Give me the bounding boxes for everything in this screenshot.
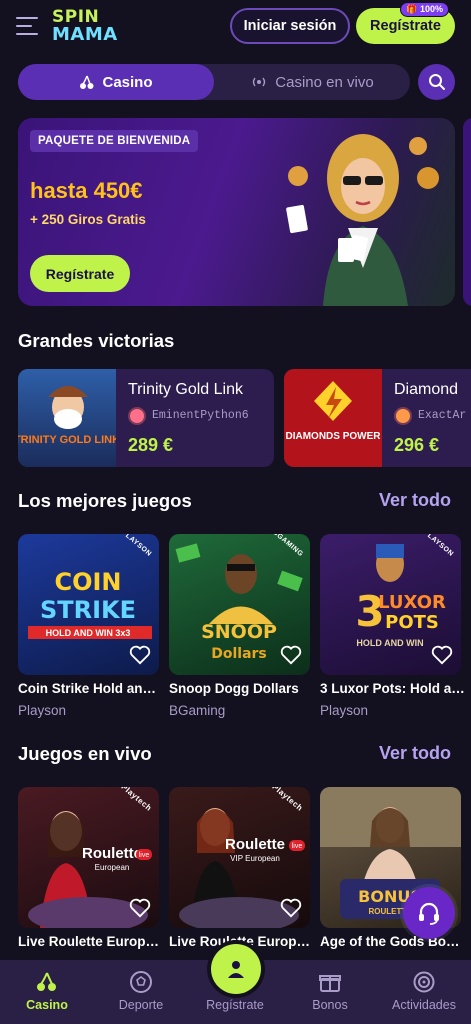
support-chat-button[interactable] xyxy=(403,887,455,939)
spinmama-logo[interactable]: SPIN MAMA xyxy=(52,9,118,45)
win-amount: 296 € xyxy=(394,435,440,455)
tab-casino-label: Casino xyxy=(102,73,153,91)
promo-register-button[interactable]: Regístrate xyxy=(30,255,130,292)
favorite-heart-icon[interactable] xyxy=(431,645,453,665)
best-games-title: Los mejores juegos xyxy=(18,490,192,511)
nav-register-label: Regístrate xyxy=(206,998,264,1012)
nav-activities-label: Actividades xyxy=(392,998,456,1012)
cherries-icon xyxy=(37,972,56,991)
soccer-ball-icon xyxy=(130,971,152,993)
big-win-card[interactable]: TRINITY GOLD LINK Trinity Gold Link Emin… xyxy=(18,369,274,467)
promo-amount: hasta 450€ xyxy=(30,178,143,203)
nav-casino-label: Casino xyxy=(26,998,68,1012)
register-fab-button[interactable] xyxy=(211,944,261,994)
bonus-badge-text: 100% xyxy=(419,4,443,14)
register-button[interactable]: Regístrate 🎁 100% xyxy=(356,2,455,44)
roulette-vip-thumb-sub: VIP European xyxy=(230,854,280,863)
nav-sports[interactable]: Deporte xyxy=(94,960,188,1024)
game-provider: BGaming xyxy=(169,703,226,718)
trinity-gold-link-thumbnail: TRINITY GOLD LINK xyxy=(18,369,116,467)
svg-text:Dollars: Dollars xyxy=(211,646,267,662)
favorite-heart-icon[interactable] xyxy=(129,645,151,665)
win-game-name: Trinity Gold Link xyxy=(128,381,243,398)
cherries-icon xyxy=(80,75,94,89)
headset-icon xyxy=(419,902,439,925)
game-provider: Playson xyxy=(18,703,67,718)
favorite-heart-icon[interactable] xyxy=(129,898,151,918)
search-button[interactable] xyxy=(418,64,455,100)
user-icon xyxy=(228,961,244,978)
tab-casino[interactable]: Casino xyxy=(18,64,214,100)
promo-subtitle: + 250 Giros Gratis xyxy=(30,212,146,227)
svg-text:HOLD AND WIN: HOLD AND WIN xyxy=(356,638,423,648)
tab-live-label: Casino en vivo xyxy=(275,73,374,91)
roulette-thumb-sub: European xyxy=(95,863,130,872)
game-name: Coin Strike Hold and Win xyxy=(18,681,163,696)
svg-text:COIN: COIN xyxy=(54,568,121,596)
nav-bonuses[interactable]: Bonos xyxy=(283,960,377,1024)
avatar xyxy=(128,407,146,425)
game-name: Live Roulette European xyxy=(18,934,163,949)
welcome-promo-banner[interactable]: PAQUETE DE BIENVENIDA hasta 450€ + 250 G… xyxy=(18,118,455,306)
promo-tag: PAQUETE DE BIENVENIDA xyxy=(30,130,199,152)
nav-bonuses-label: Bonos xyxy=(312,998,348,1012)
svg-text:LUXOR: LUXOR xyxy=(378,592,446,613)
favorite-heart-icon[interactable] xyxy=(280,645,302,665)
logo-line2: MAMA xyxy=(52,23,118,45)
game-name: Snoop Dogg Dollars xyxy=(169,681,299,696)
svg-text:POTS: POTS xyxy=(385,612,439,633)
live-games-title: Juegos en vivo xyxy=(18,743,152,764)
search-icon xyxy=(428,74,445,90)
menu-icon[interactable] xyxy=(16,17,38,35)
live-games-see-all-link[interactable]: Ver todo xyxy=(379,743,451,764)
next-promo-preview[interactable] xyxy=(463,118,471,306)
svg-text:STRIKE: STRIKE xyxy=(40,596,136,624)
roulette-vip-thumb-title: Roulette xyxy=(225,836,285,853)
bonus-badge: 🎁 100% xyxy=(400,2,449,17)
target-icon xyxy=(413,971,435,993)
avatar xyxy=(394,407,412,425)
register-label: Regístrate xyxy=(370,18,441,34)
favorite-heart-icon[interactable] xyxy=(280,898,302,918)
casino-tabs: Casino Casino en vivo xyxy=(18,64,410,100)
big-wins-title: Grandes victorias xyxy=(18,330,175,351)
win-username: ExactAr xyxy=(418,409,467,422)
nav-sports-label: Deporte xyxy=(118,998,164,1012)
game-provider: Playson xyxy=(320,703,369,718)
diamonds-thumb-title: DIAMONDS POWER xyxy=(286,431,382,442)
login-button[interactable]: Iniciar sesión xyxy=(230,8,350,44)
tab-live-casino[interactable]: Casino en vivo xyxy=(214,64,410,100)
live-tag: live xyxy=(139,852,150,859)
nav-casino[interactable]: Casino xyxy=(0,960,94,1024)
win-game-name: Diamond xyxy=(394,381,459,398)
roulette-thumb-title: Roulette xyxy=(82,845,142,862)
best-games-see-all-link[interactable]: Ver todo xyxy=(379,490,451,511)
live-tag: live xyxy=(292,843,303,850)
game-name: Age of the Gods Bonus Roulette xyxy=(320,934,465,949)
live-signal-icon xyxy=(253,77,266,87)
promo-woman-illustration xyxy=(286,134,439,306)
win-amount: 289 € xyxy=(128,435,174,455)
gift-icon xyxy=(319,975,341,992)
win-username: EminentPython6 xyxy=(152,409,249,422)
svg-text:HOLD AND WIN 3x3: HOLD AND WIN 3x3 xyxy=(46,628,131,638)
nav-activities[interactable]: Actividades xyxy=(377,960,471,1024)
diamonds-power-thumbnail: DIAMONDS POWER xyxy=(284,369,382,467)
trinity-thumb-title: TRINITY GOLD LINK xyxy=(18,434,116,446)
big-win-card[interactable]: DIAMONDS POWER Diamond ExactAr 296 € xyxy=(284,369,471,467)
game-name: 3 Luxor Pots: Hold and Win xyxy=(320,681,465,696)
svg-text:SNOOP: SNOOP xyxy=(201,621,277,643)
